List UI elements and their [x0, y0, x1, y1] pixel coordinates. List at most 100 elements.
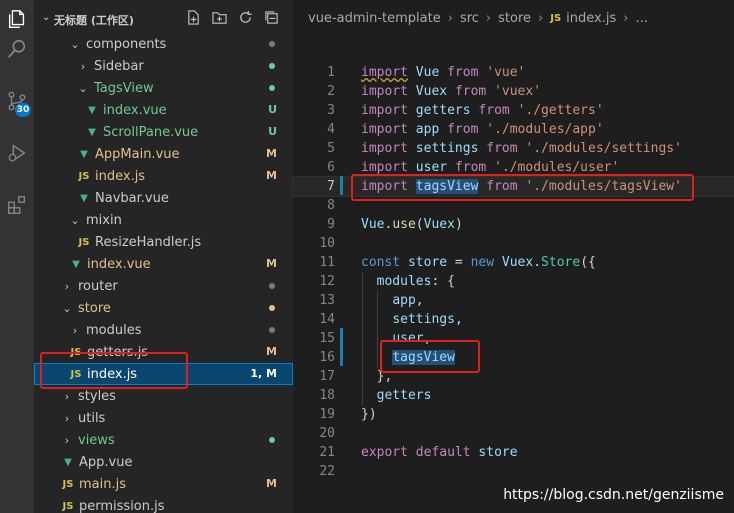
breadcrumb-item-store[interactable]: store — [498, 11, 531, 26]
run-debug-icon[interactable] — [0, 136, 34, 170]
tree-item[interactable]: ⌄ components — [34, 33, 293, 55]
tree-item[interactable]: › router — [34, 275, 293, 297]
chevron-right-icon[interactable]: › — [60, 280, 74, 293]
chevron-down-icon[interactable]: ⌄ — [60, 302, 74, 315]
code-token: }) — [361, 407, 377, 422]
code-line[interactable]: 11 const store = new Vuex.Store({ — [293, 253, 734, 272]
code-line[interactable]: 14 settings, — [293, 310, 734, 329]
tree-item-label: ResizeHandler.js — [95, 234, 202, 250]
chevron-right-icon[interactable]: › — [60, 390, 74, 403]
tree-item[interactable]: › views — [34, 429, 293, 451]
new-file-icon[interactable] — [184, 8, 202, 26]
code-line[interactable]: 18 getters — [293, 386, 734, 405]
workspace-header[interactable]: ⌄ 无标题 (工作区) — [34, 8, 293, 30]
code-token: store — [478, 445, 518, 460]
breadcrumb: vue-admin-template › src › store › JS in… — [293, 0, 734, 36]
code-text: getters — [361, 386, 432, 405]
search-icon[interactable] — [0, 32, 34, 66]
code-token: ({ — [580, 255, 596, 270]
code-text: const store = new Vuex.Store({ — [361, 253, 596, 272]
breadcrumb-more[interactable]: ... — [635, 11, 647, 26]
chevron-down-icon[interactable]: ⌄ — [68, 214, 82, 227]
code-line[interactable]: 16 tagsView — [293, 348, 734, 367]
files-icon[interactable] — [0, 2, 34, 36]
code-line[interactable]: 10 — [293, 234, 734, 253]
code-token: './modules/app' — [486, 122, 604, 137]
code-token: Vuex — [423, 217, 455, 232]
code-token: ( — [415, 217, 424, 232]
vue-file-icon: ▼ — [80, 148, 88, 160]
collapse-all-icon[interactable] — [262, 8, 280, 26]
tree-item-label: index.vue — [87, 256, 151, 272]
git-status-badge: M — [266, 477, 277, 490]
tree-item-label: permission.js — [79, 498, 165, 513]
code-token: ) — [454, 217, 463, 232]
tree-item[interactable]: JS permission.js — [34, 495, 293, 513]
code-line[interactable]: 9 Vue.use(Vuex) — [293, 215, 734, 234]
line-number: 9 — [327, 217, 335, 232]
chevron-right-icon[interactable]: › — [60, 434, 74, 447]
code-line[interactable]: 21 export default store — [293, 443, 734, 462]
tree-item-label: ScrollPane.vue — [103, 124, 199, 140]
code-token: Vue — [415, 65, 440, 80]
tree-item[interactable]: JS ResizeHandler.js — [34, 231, 293, 253]
tree-item[interactable]: JS main.js M — [34, 473, 293, 495]
code-line[interactable]: 3 import getters from './getters' — [293, 101, 734, 120]
annotation-box-import — [351, 174, 694, 201]
code-token: = — [447, 255, 471, 270]
tree-item[interactable]: › modules — [34, 319, 293, 341]
tree-item-label: store — [78, 300, 111, 316]
chevron-down-icon[interactable]: ⌄ — [68, 38, 82, 51]
chevron-right-icon: › — [623, 10, 629, 26]
chevron-down-icon[interactable]: ⌄ — [76, 82, 90, 95]
git-status-dot — [269, 305, 275, 311]
breadcrumb-item-root[interactable]: vue-admin-template — [308, 11, 441, 26]
line-number: 7 — [327, 179, 335, 194]
breadcrumb-item-src[interactable]: src — [460, 11, 479, 26]
git-status-dot — [269, 63, 275, 69]
tree-item[interactable]: › utils — [34, 407, 293, 429]
code-line[interactable]: 5 import settings from './modules/setting… — [293, 139, 734, 158]
new-folder-icon[interactable] — [210, 8, 228, 26]
code-line[interactable]: 2 import Vuex from 'vuex' — [293, 82, 734, 101]
refresh-icon[interactable] — [236, 8, 254, 26]
tree-item[interactable]: ⌄ store — [34, 297, 293, 319]
tree-item[interactable]: ▼ AppMain.vue M — [34, 143, 293, 165]
tree-item[interactable]: › Sidebar — [34, 55, 293, 77]
code-token: user — [415, 160, 448, 175]
chevron-right-icon[interactable]: › — [60, 412, 74, 425]
code-line[interactable]: 19}) — [293, 405, 734, 424]
tree-item[interactable]: ▼ index.vue U — [34, 99, 293, 121]
tree-item[interactable]: ⌄ TagsView — [34, 77, 293, 99]
chevron-down-icon: ⌄ — [42, 12, 51, 23]
line-number: 3 — [327, 103, 335, 118]
tree-item[interactable]: ⌄ mixin — [34, 209, 293, 231]
explorer-actions — [184, 8, 280, 26]
chevron-right-icon[interactable]: › — [76, 60, 90, 73]
tree-item[interactable]: ▼ index.vue M — [34, 253, 293, 275]
tree-item[interactable]: ▼ ScrollPane.vue U — [34, 121, 293, 143]
tree-item[interactable]: ▼ Navbar.vue — [34, 187, 293, 209]
code-line[interactable]: 22 — [293, 462, 734, 481]
git-status-dot — [269, 41, 275, 47]
chevron-right-icon[interactable]: › — [68, 324, 82, 337]
tree-item[interactable]: ▼ App.vue — [34, 451, 293, 473]
tree-item[interactable]: JS index.js M — [34, 165, 293, 187]
code-line[interactable]: 15 user, — [293, 329, 734, 348]
code-line[interactable]: 17 }, — [293, 367, 734, 386]
extensions-icon[interactable] — [0, 188, 34, 222]
breadcrumb-item-file[interactable]: index.js — [566, 11, 616, 26]
code-line[interactable]: 20 — [293, 424, 734, 443]
code-line[interactable]: 1 import Vue from 'vue' — [293, 63, 734, 82]
line-number: 18 — [319, 388, 335, 403]
code-line[interactable]: 13 app, — [293, 291, 734, 310]
js-file-icon: JS — [550, 12, 562, 24]
code-line[interactable]: 12 modules: { — [293, 272, 734, 291]
js-file-icon: JS — [78, 236, 90, 248]
code-line[interactable]: 4 import app from './modules/app' — [293, 120, 734, 139]
code-token: Vuex — [415, 84, 448, 99]
